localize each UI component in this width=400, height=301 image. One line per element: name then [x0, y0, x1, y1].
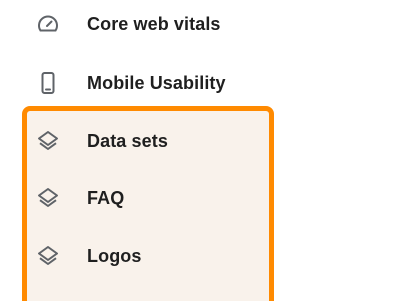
layers-icon [36, 186, 60, 210]
speedometer-icon [36, 12, 60, 36]
sidebar-nav: Core web vitals Mobile Usability Data se… [0, 0, 400, 301]
nav-item-label: Core web vitals [87, 13, 221, 34]
nav-item-label: Mobile Usability [87, 72, 226, 93]
nav-item-mobile-usability[interactable]: Mobile Usability [0, 63, 400, 103]
nav-item-core-web-vitals[interactable]: Core web vitals [0, 4, 400, 44]
smartphone-icon [36, 71, 60, 95]
nav-item-label: Data sets [87, 130, 168, 151]
nav-item-logos[interactable]: Logos [0, 236, 400, 276]
layers-icon [36, 244, 60, 268]
nav-item-data-sets[interactable]: Data sets [0, 121, 400, 161]
nav-item-faq[interactable]: FAQ [0, 178, 400, 218]
layers-icon [36, 129, 60, 153]
nav-item-label: FAQ [87, 187, 125, 208]
nav-item-label: Logos [87, 245, 142, 266]
